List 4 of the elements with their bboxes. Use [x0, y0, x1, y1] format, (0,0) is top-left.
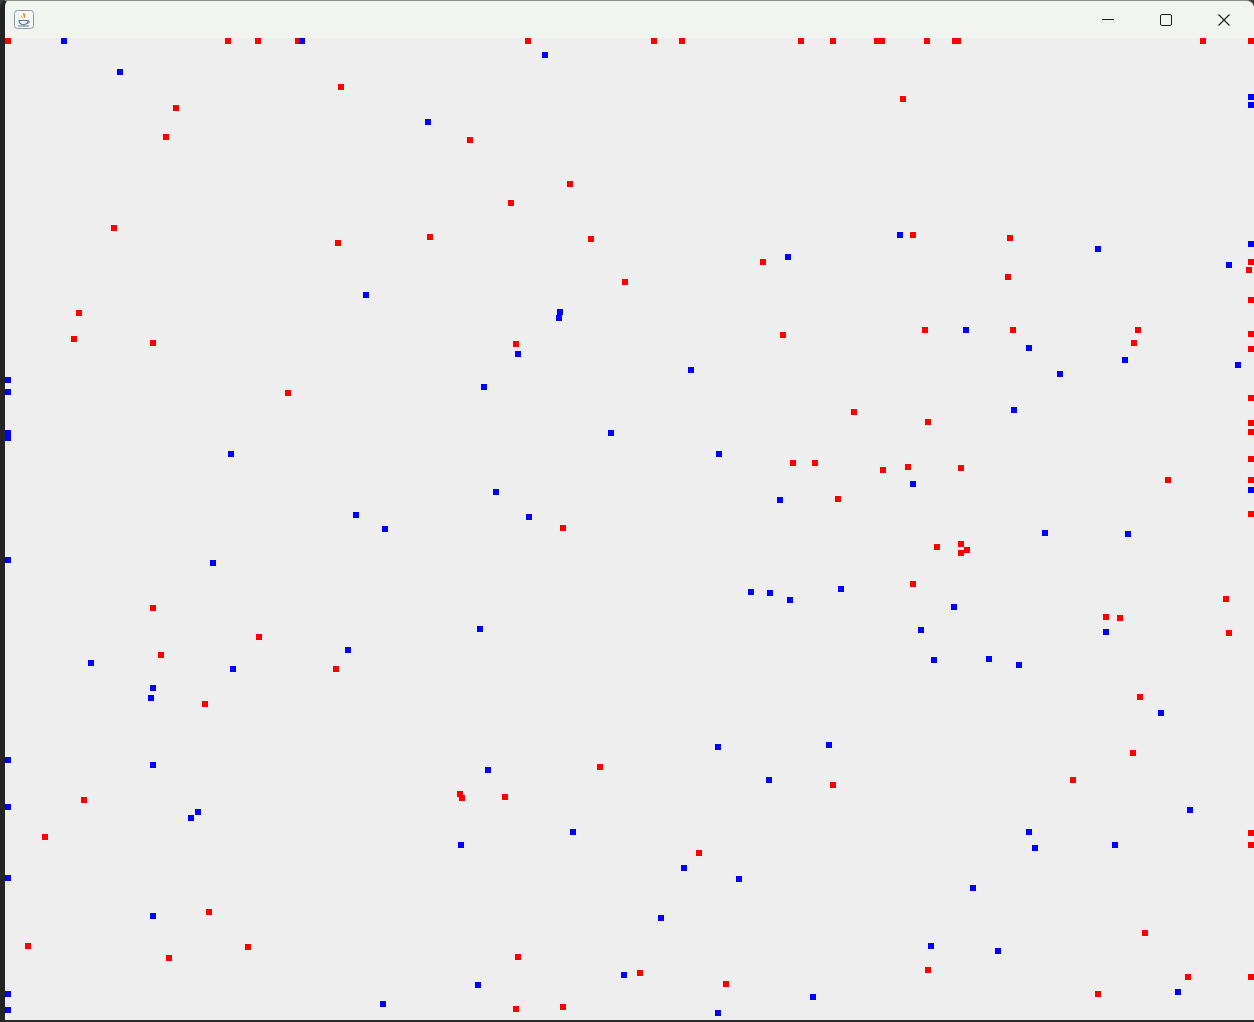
close-icon [1218, 13, 1230, 26]
minimize-icon [1102, 19, 1114, 20]
coffee-cup-icon [14, 10, 34, 29]
maximize-icon [1160, 13, 1172, 26]
